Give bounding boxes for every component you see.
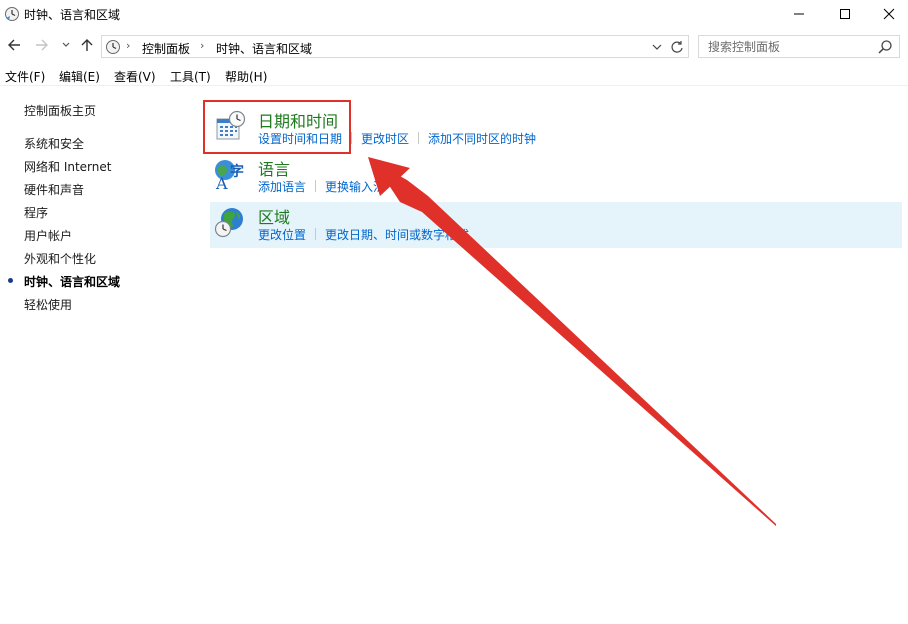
address-bar[interactable]: › 控制面板 › 时钟、语言和区域 [101, 35, 689, 58]
maximize-icon [840, 9, 850, 19]
menu-file[interactable]: 文件(F) [5, 68, 45, 85]
breadcrumb-current[interactable]: 时钟、语言和区域 [216, 40, 312, 57]
change-formats-link[interactable]: 更改日期、时间或数字格式 [325, 228, 469, 242]
up-button[interactable] [78, 36, 96, 54]
menu-tools[interactable]: 工具(T) [170, 68, 211, 85]
arrow-up-icon [81, 39, 93, 51]
sidebar-item-user-accounts[interactable]: 用户帐户 [24, 227, 72, 244]
link-separator [315, 180, 317, 192]
menu-help[interactable]: 帮助(H) [225, 68, 267, 85]
add-clocks-link[interactable]: 添加不同时区的时钟 [428, 132, 536, 146]
category-links: 更改位置 更改日期、时间或数字格式 [258, 226, 469, 243]
link-separator [418, 132, 420, 144]
minimize-button[interactable] [776, 0, 822, 28]
close-button[interactable] [866, 0, 908, 28]
refresh-icon [671, 41, 683, 53]
category-language: 字 A 语言 添加语言 更换输入法 [210, 154, 902, 200]
sidebar-item-network[interactable]: 网络和 Internet [24, 158, 111, 175]
search-input[interactable] [699, 36, 875, 57]
arrow-right-icon [36, 39, 48, 51]
globe-clock-icon[interactable] [214, 206, 246, 238]
sidebar-item-clock-language-region: 时钟、语言和区域 [24, 275, 121, 289]
sidebar-item-system-security[interactable]: 系统和安全 [24, 135, 84, 152]
close-icon [883, 8, 895, 20]
sidebar: 控制面板主页 系统和安全 网络和 Internet 硬件和声音 程序 用户帐户 … [0, 86, 200, 624]
svg-text:字: 字 [230, 163, 244, 180]
category-title-language[interactable]: 语言 [258, 156, 290, 180]
arrow-left-icon [8, 39, 20, 51]
sidebar-home-link[interactable]: 控制面板主页 [24, 102, 96, 119]
sidebar-item-ease-of-access[interactable]: 轻松使用 [24, 296, 72, 313]
sidebar-item-appearance[interactable]: 外观和个性化 [24, 250, 96, 267]
change-input-method-link[interactable]: 更换输入法 [325, 180, 385, 194]
search-box[interactable] [698, 35, 900, 58]
minimize-icon [794, 13, 804, 15]
add-language-link[interactable]: 添加语言 [258, 180, 306, 194]
navigation-bar: › 控制面板 › 时钟、语言和区域 [0, 32, 908, 60]
forward-button[interactable] [33, 36, 51, 54]
link-separator [315, 228, 317, 240]
recent-locations-button[interactable] [60, 36, 72, 54]
breadcrumb-separator: › [200, 39, 205, 52]
change-time-zone-link[interactable]: 更改时区 [361, 132, 409, 146]
language-icon[interactable]: 字 A [214, 158, 246, 190]
control-panel-icon [106, 40, 120, 54]
category-region: 区域 更改位置 更改日期、时间或数字格式 [210, 202, 902, 248]
annotation-highlight-box [203, 100, 351, 154]
window-title: 时钟、语言和区域 [24, 8, 121, 22]
clock-language-icon [5, 7, 19, 21]
chevron-down-icon [652, 44, 662, 50]
menu-edit[interactable]: 编辑(E) [59, 68, 100, 85]
svg-text:A: A [215, 174, 228, 190]
breadcrumb-control-panel[interactable]: 控制面板 [142, 40, 190, 57]
title-bar: 时钟、语言和区域 [0, 0, 908, 30]
search-icon[interactable] [877, 39, 893, 55]
back-button[interactable] [5, 36, 23, 54]
refresh-button[interactable] [668, 38, 686, 56]
chevron-down-icon [62, 42, 70, 47]
link-separator [351, 132, 353, 144]
change-location-link[interactable]: 更改位置 [258, 228, 306, 242]
menu-view[interactable]: 查看(V) [114, 68, 156, 85]
address-dropdown-button[interactable] [648, 38, 666, 56]
category-links: 添加语言 更换输入法 [258, 178, 385, 195]
maximize-button[interactable] [822, 0, 868, 28]
category-title-region[interactable]: 区域 [258, 204, 290, 228]
breadcrumb-separator: › [126, 39, 131, 52]
sidebar-item-hardware-sound[interactable]: 硬件和声音 [24, 181, 84, 198]
sidebar-item-programs[interactable]: 程序 [24, 204, 48, 221]
current-item-bullet [8, 278, 13, 283]
menu-bar: 文件(F) 编辑(E) 查看(V) 工具(T) 帮助(H) [0, 64, 908, 86]
